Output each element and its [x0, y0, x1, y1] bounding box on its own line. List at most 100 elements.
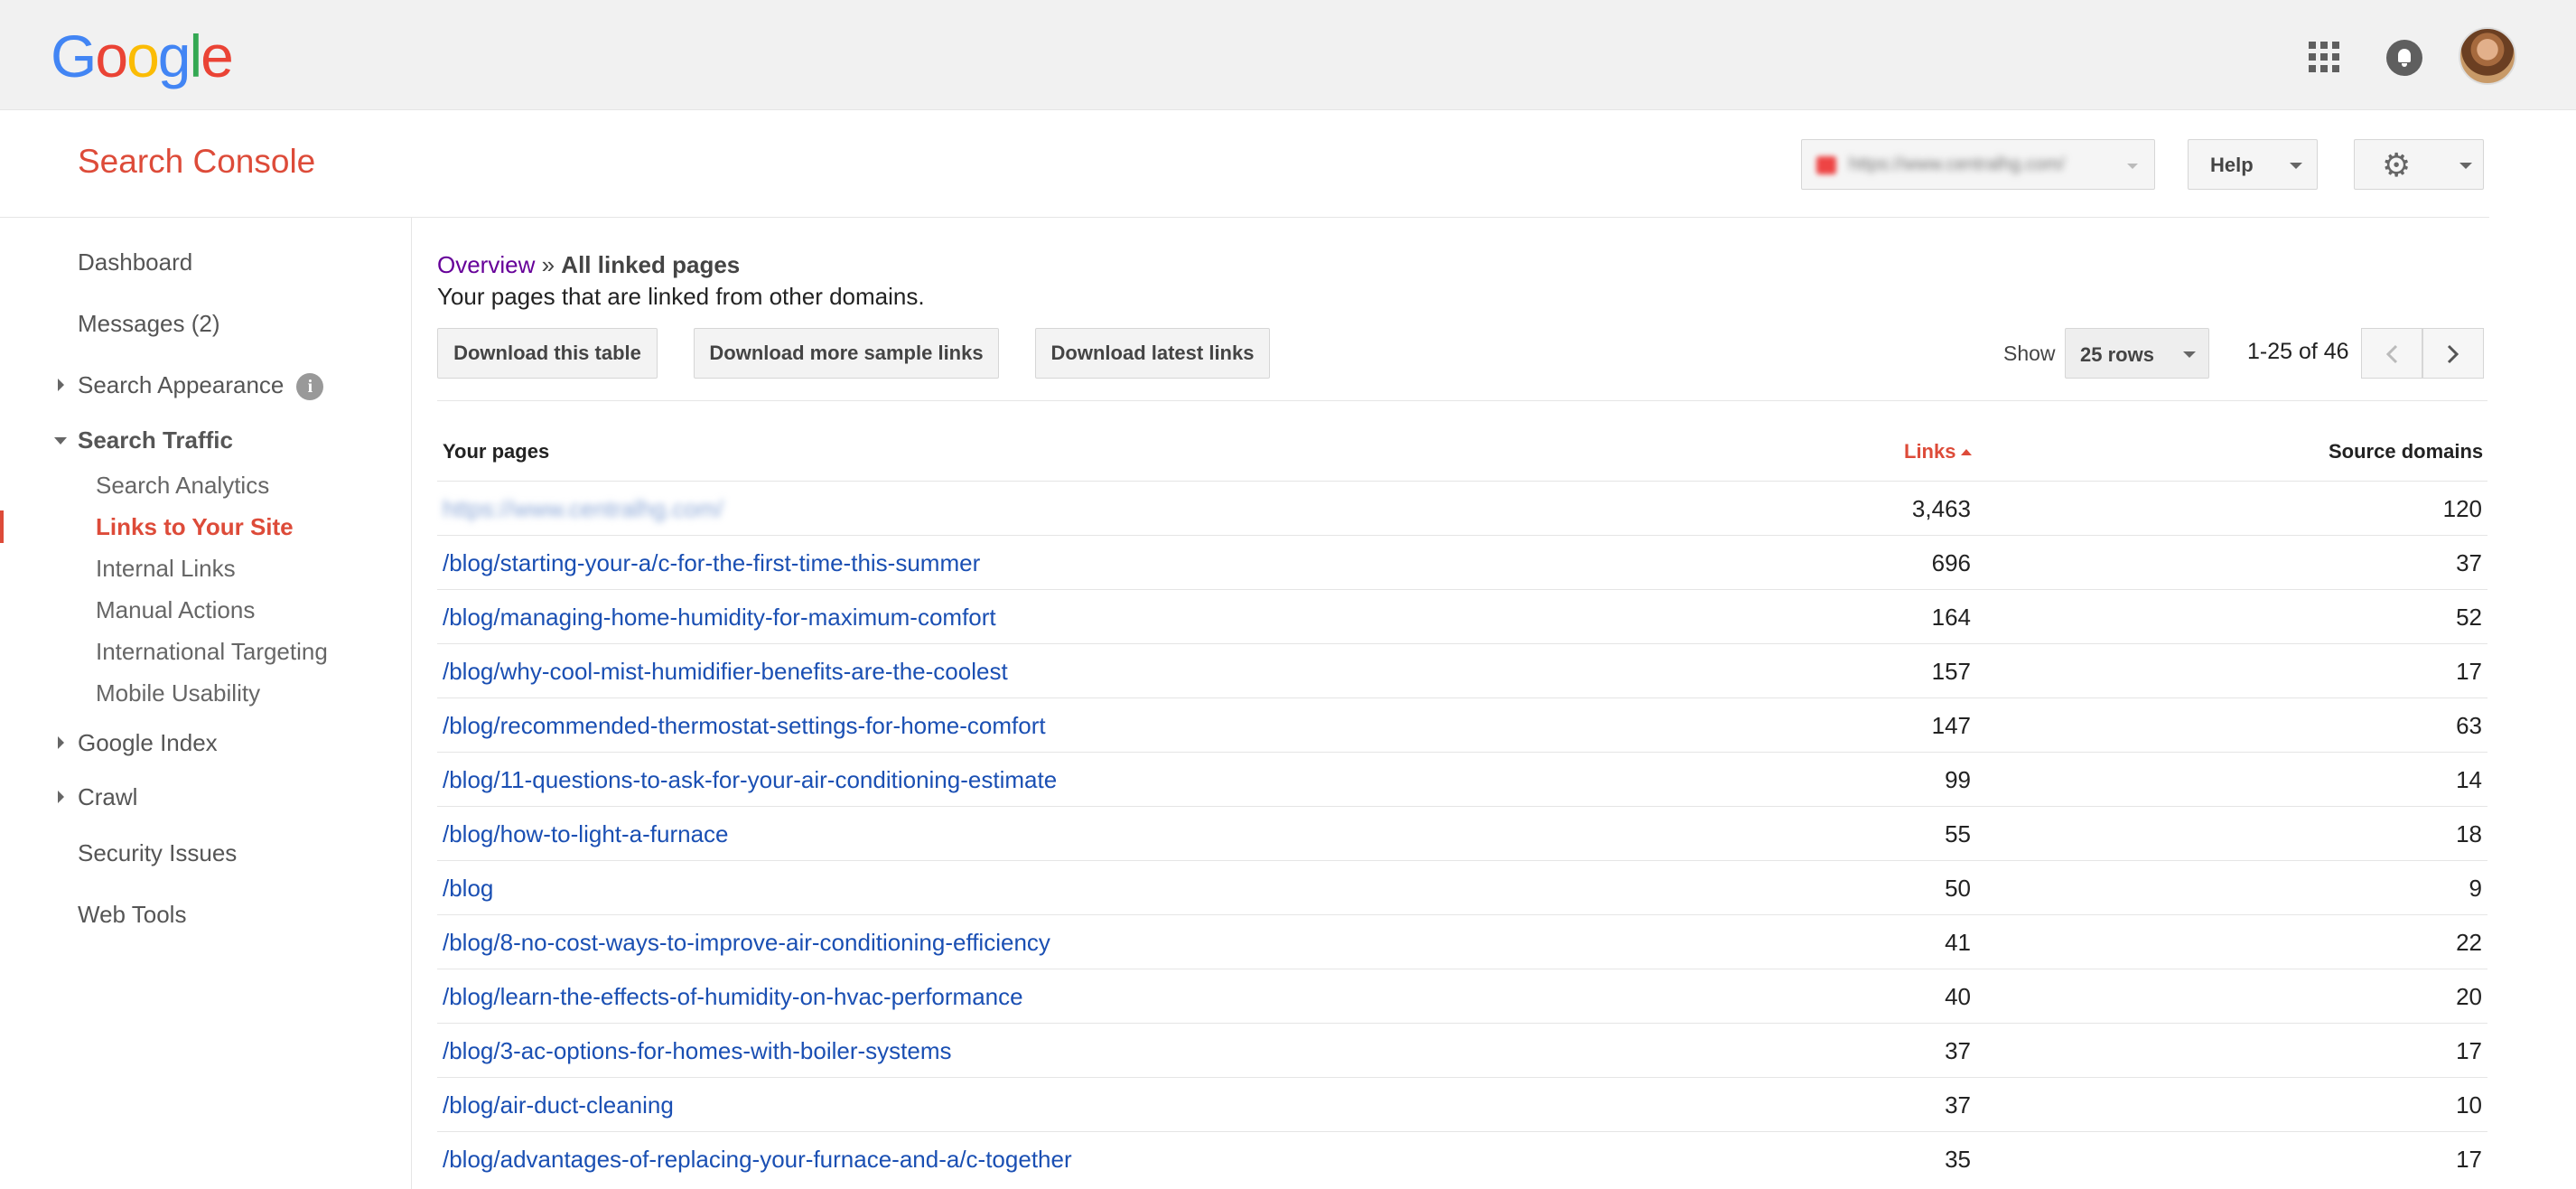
table-row[interactable]: https://www.centralhg.com/ 3,463 120	[437, 481, 2487, 535]
sidebar-item-security-issues[interactable]: Security Issues	[78, 839, 237, 867]
source-domains-count: 14	[2456, 766, 2482, 793]
expand-arrow-icon[interactable]	[58, 791, 64, 803]
page-url-link[interactable]: /blog/8-no-cost-ways-to-improve-air-cond…	[443, 929, 1050, 957]
logo-letter: e	[201, 23, 234, 89]
logo-letter: G	[51, 23, 97, 89]
property-selector[interactable]: https://www.centralhg.com/	[1801, 139, 2155, 190]
page-url-link[interactable]: /blog	[443, 875, 493, 903]
download-sample-links-button[interactable]: Download more sample links	[694, 328, 999, 379]
page-url-link[interactable]: /blog/learn-the-effects-of-humidity-on-h…	[443, 983, 1023, 1011]
sidebar-item-search-appearance[interactable]: Search Appearance i	[78, 371, 324, 401]
sidebar-item-dashboard[interactable]: Dashboard	[78, 248, 192, 276]
breadcrumb-link-overview[interactable]: Overview	[437, 251, 535, 278]
page-url-link[interactable]: https://www.centralhg.com/	[443, 495, 723, 523]
chevron-down-icon	[2459, 163, 2472, 169]
help-button[interactable]: Help	[2188, 139, 2318, 190]
page-url-link[interactable]: /blog/air-duct-cleaning	[443, 1091, 674, 1119]
table-row[interactable]: /blog/managing-home-humidity-for-maximum…	[437, 589, 2487, 643]
source-domains-count: 18	[2456, 820, 2482, 847]
collapse-arrow-icon[interactable]	[54, 437, 67, 445]
links-count: 147	[1931, 712, 1971, 739]
table-row[interactable]: /blog/advantages-of-replacing-your-furna…	[437, 1131, 2487, 1185]
search-console-brand[interactable]: Search Console	[78, 143, 315, 181]
page-url-link[interactable]: /blog/11-questions-to-ask-for-your-air-c…	[443, 766, 1057, 794]
expand-arrow-icon[interactable]	[58, 736, 64, 749]
sidebar-item-manual-actions[interactable]: Manual Actions	[96, 596, 255, 624]
google-logo[interactable]: Google	[51, 23, 234, 89]
sidebar-item-web-tools[interactable]: Web Tools	[78, 901, 186, 929]
rows-per-page-value: 25 rows	[2080, 343, 2154, 366]
chevron-down-icon	[2183, 351, 2196, 358]
logo-letter: o	[126, 23, 160, 89]
gear-icon: ⚙	[2382, 146, 2412, 183]
chevron-down-icon	[2290, 163, 2302, 169]
sidebar-item-internal-links[interactable]: Internal Links	[96, 555, 236, 583]
notifications-bell-icon[interactable]	[2386, 40, 2422, 76]
sidebar-item-mobile-usability[interactable]: Mobile Usability	[96, 679, 260, 707]
column-header-links-label: Links	[1904, 440, 1956, 463]
breadcrumb: Overview » All linked pages	[437, 251, 740, 279]
page-description: Your pages that are linked from other do…	[437, 283, 925, 310]
column-header-source-domains[interactable]: Source domains	[2329, 440, 2483, 463]
table-row[interactable]: /blog 50 9	[437, 860, 2487, 914]
sidebar-item-search-traffic[interactable]: Search Traffic	[78, 426, 233, 454]
links-count: 37	[1945, 1037, 1971, 1064]
source-domains-count: 63	[2456, 712, 2482, 739]
page-url-link[interactable]: /blog/3-ac-options-for-homes-with-boiler…	[443, 1037, 952, 1065]
sidebar-item-messages[interactable]: Messages (2)	[78, 310, 220, 338]
active-indicator	[0, 510, 4, 543]
table-row[interactable]: /blog/starting-your-a/c-for-the-first-ti…	[437, 535, 2487, 589]
sidebar-item-crawl[interactable]: Crawl	[78, 783, 137, 811]
page-url-link[interactable]: /blog/recommended-thermostat-settings-fo…	[443, 712, 1046, 740]
table-row[interactable]: /blog/3-ac-options-for-homes-with-boiler…	[437, 1023, 2487, 1077]
chevron-left-icon	[2385, 344, 2398, 364]
links-count: 164	[1931, 604, 1971, 631]
links-count: 55	[1945, 820, 1971, 847]
page-url-link[interactable]: /blog/advantages-of-replacing-your-furna…	[443, 1146, 1072, 1174]
logo-letter: g	[157, 23, 191, 89]
page-url-link[interactable]: /blog/how-to-light-a-furnace	[443, 820, 729, 848]
info-icon[interactable]: i	[296, 373, 324, 401]
table-row[interactable]: /blog/air-duct-cleaning 37 10	[437, 1077, 2487, 1131]
breadcrumb-separator: »	[541, 251, 555, 278]
links-count: 41	[1945, 929, 1971, 956]
toolbar-divider	[437, 400, 2487, 401]
links-count: 50	[1945, 875, 1971, 902]
links-count: 157	[1931, 658, 1971, 685]
rows-per-page-select[interactable]: 25 rows	[2065, 328, 2209, 379]
sidebar-item-search-analytics[interactable]: Search Analytics	[96, 472, 269, 500]
logo-letter: o	[95, 23, 128, 89]
source-domains-count: 10	[2456, 1091, 2482, 1119]
table-row[interactable]: /blog/how-to-light-a-furnace 55 18	[437, 806, 2487, 860]
download-latest-links-button[interactable]: Download latest links	[1035, 328, 1270, 379]
source-domains-count: 37	[2456, 549, 2482, 576]
source-domains-count: 17	[2456, 1146, 2482, 1173]
next-page-button[interactable]	[2422, 328, 2484, 379]
sidebar-item-links-to-your-site[interactable]: Links to Your Site	[96, 513, 294, 541]
page-url-link[interactable]: /blog/why-cool-mist-humidifier-benefits-…	[443, 658, 1008, 686]
sidebar-item-google-index[interactable]: Google Index	[78, 729, 218, 757]
apps-grid-icon[interactable]	[2309, 42, 2339, 72]
page-url-link[interactable]: /blog/starting-your-a/c-for-the-first-ti…	[443, 549, 980, 577]
previous-page-button[interactable]	[2361, 328, 2422, 379]
page-url-link[interactable]: /blog/managing-home-humidity-for-maximum…	[443, 604, 996, 632]
links-count: 35	[1945, 1146, 1971, 1173]
table-row[interactable]: /blog/11-questions-to-ask-for-your-air-c…	[437, 752, 2487, 806]
chevron-right-icon	[2447, 344, 2459, 364]
column-header-links[interactable]: Links	[1904, 440, 1973, 463]
sidebar-item-international-targeting[interactable]: International Targeting	[96, 638, 328, 666]
logo-letter: l	[189, 23, 203, 89]
table-row[interactable]: /blog/recommended-thermostat-settings-fo…	[437, 697, 2487, 752]
source-domains-count: 52	[2456, 604, 2482, 631]
table-row[interactable]: /blog/why-cool-mist-humidifier-benefits-…	[437, 643, 2487, 697]
account-avatar[interactable]	[2459, 27, 2516, 85]
column-header-your-pages[interactable]: Your pages	[443, 440, 549, 463]
expand-arrow-icon[interactable]	[58, 379, 64, 391]
sidebar-item-label: Search Appearance	[78, 371, 285, 398]
breadcrumb-current: All linked pages	[561, 251, 741, 278]
download-table-button[interactable]: Download this table	[437, 328, 658, 379]
table-row[interactable]: /blog/learn-the-effects-of-humidity-on-h…	[437, 969, 2487, 1023]
table-row[interactable]: /blog/8-no-cost-ways-to-improve-air-cond…	[437, 914, 2487, 969]
links-count: 696	[1931, 549, 1971, 576]
settings-button[interactable]: ⚙	[2354, 139, 2484, 190]
